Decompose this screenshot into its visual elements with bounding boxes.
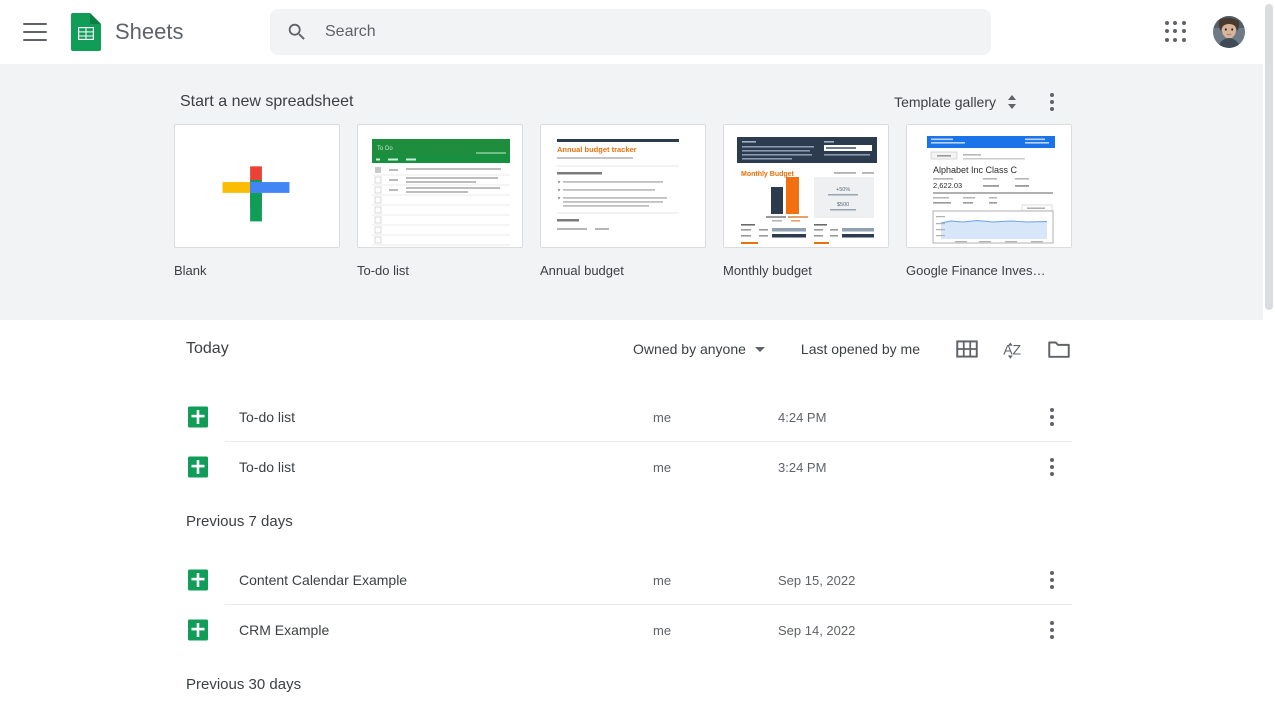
sheets-file-icon [188, 619, 208, 641]
template-card-monthly-budget[interactable]: Monthly Budget +50% $500 Monthly budget [723, 124, 889, 278]
table-row[interactable]: To-do list me 4:24 PM [186, 392, 1072, 442]
svg-text:$500: $500 [837, 202, 849, 208]
more-vert-icon [1050, 100, 1054, 104]
monthly-budget-thumb: Monthly Budget +50% $500 [724, 125, 888, 247]
template-strip: Start a new spreadsheet Template gallery [0, 64, 1263, 320]
sort-az-icon[interactable]: A Z [1000, 336, 1026, 362]
group-header-previous-30-days: Previous 30 days [186, 676, 302, 693]
svg-text:Monthly Budget: Monthly Budget [741, 171, 795, 178]
file-owner: me [653, 409, 672, 425]
svg-text:Z: Z [1012, 341, 1021, 357]
table-row[interactable]: To-do list me 3:24 PM [186, 442, 1072, 492]
file-owner: me [653, 572, 672, 588]
template-name: Blank [174, 263, 207, 278]
file-date: 3:24 PM [778, 459, 827, 475]
apps-grid-icon[interactable] [1165, 21, 1187, 43]
header-right-actions [1165, 0, 1245, 64]
scrollbar-thumb[interactable] [1265, 4, 1273, 310]
file-list-toolbar: Today Owned by anyone Last opened by me … [186, 336, 1072, 362]
more-vert-icon [1050, 93, 1054, 97]
group-header-today: Today [186, 340, 229, 357]
template-card-annual-budget[interactable]: Annual budget tracker Annual budget [540, 124, 706, 278]
file-more-options-button[interactable] [1032, 397, 1072, 437]
search-input[interactable] [325, 9, 991, 55]
sort-order-button[interactable]: Last opened by me [801, 341, 920, 357]
file-more-options-button[interactable] [1032, 447, 1072, 487]
template-thumbnail: Alphabet Inc Class C 2,622.03 [906, 124, 1072, 248]
file-name: Content Calendar Example [239, 572, 408, 588]
more-vert-icon [1050, 107, 1054, 111]
svg-text:2,622.03: 2,622.03 [933, 181, 962, 190]
file-date: Sep 15, 2022 [778, 572, 856, 588]
template-gallery-label: Template gallery [894, 94, 996, 110]
start-new-spreadsheet-label: Start a new spreadsheet [180, 93, 354, 110]
file-name: To-do list [239, 409, 296, 425]
template-strip-header: Start a new spreadsheet Template gallery [180, 82, 1072, 122]
chevron-down-icon [754, 346, 765, 352]
template-strip-actions: Template gallery [894, 82, 1072, 122]
template-thumbnail: Annual budget tracker [540, 124, 706, 248]
file-date: Sep 14, 2022 [778, 622, 856, 638]
template-name: To-do list [357, 263, 410, 278]
group-header-previous-7-days: Previous 7 days [186, 513, 293, 530]
svg-text:To Do: To Do [377, 146, 393, 152]
svg-text:Alphabet Inc Class C: Alphabet Inc Class C [933, 165, 1018, 175]
todo-list-thumb: To Do [358, 125, 522, 247]
template-card-row: Blank To Do To-do list Annual budget tra… [174, 124, 1089, 278]
owner-filter-dropdown[interactable]: Owned by anyone [633, 341, 765, 357]
template-name: Annual budget [540, 263, 624, 278]
template-gallery-button[interactable]: Template gallery [894, 93, 1018, 111]
file-owner: me [653, 622, 672, 638]
annual-budget-thumb: Annual budget tracker [541, 125, 705, 247]
file-name: CRM Example [239, 622, 330, 638]
folder-icon[interactable] [1046, 336, 1072, 362]
google-finance-thumb: Alphabet Inc Class C 2,622.03 [907, 125, 1071, 247]
grid-view-icon[interactable] [954, 336, 980, 362]
hamburger-icon[interactable] [23, 23, 47, 41]
file-list-area: Today Owned by anyone Last opened by me … [0, 320, 1263, 702]
blank-plus-icon [222, 166, 290, 222]
template-thumbnail: Monthly Budget +50% $500 [723, 124, 889, 248]
sheets-file-icon [188, 456, 208, 478]
search-icon [288, 23, 305, 40]
svg-text:Annual budget tracker: Annual budget tracker [557, 145, 637, 154]
template-name: Monthly budget [723, 263, 812, 278]
template-thumbnail: To Do [357, 124, 523, 248]
template-card-google-finance[interactable]: Alphabet Inc Class C 2,622.03 Google Fin… [906, 124, 1072, 278]
app-title: Sheets [115, 19, 184, 44]
sheets-file-icon [188, 406, 208, 428]
file-date: 4:24 PM [778, 409, 827, 425]
file-name: To-do list [239, 459, 296, 475]
brand[interactable]: Sheets [71, 13, 184, 51]
scrollbar-track[interactable] [1263, 0, 1275, 702]
template-more-options-button[interactable] [1032, 82, 1072, 122]
owner-filter-label: Owned by anyone [633, 341, 746, 357]
template-card-to-do-list[interactable]: To Do To-do list [357, 124, 523, 278]
account-avatar[interactable] [1213, 16, 1245, 48]
sheets-logo-icon [71, 13, 101, 51]
app-header: Sheets [0, 0, 1263, 64]
file-owner: me [653, 459, 672, 475]
template-thumbnail [174, 124, 340, 248]
sheets-file-icon [188, 569, 208, 591]
template-name: Google Finance Inves… [906, 263, 1046, 278]
table-row[interactable]: CRM Example me Sep 14, 2022 [186, 605, 1072, 655]
avatar-photo [1213, 16, 1245, 48]
svg-text:+50%: +50% [836, 187, 850, 193]
chevron-updown-icon [1008, 95, 1016, 109]
file-more-options-button[interactable] [1032, 610, 1072, 650]
search-bar[interactable] [270, 9, 991, 55]
template-card-blank[interactable]: Blank [174, 124, 340, 278]
file-more-options-button[interactable] [1032, 560, 1072, 600]
table-row[interactable]: Content Calendar Example me Sep 15, 2022 [186, 555, 1072, 605]
